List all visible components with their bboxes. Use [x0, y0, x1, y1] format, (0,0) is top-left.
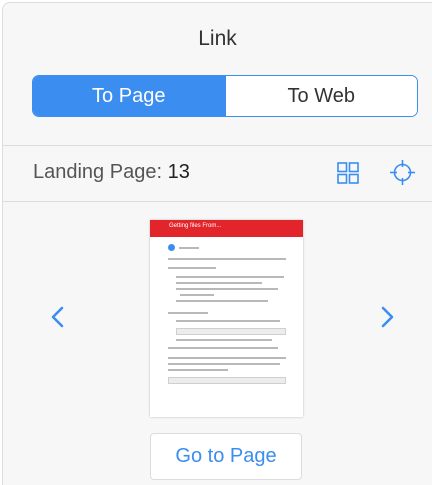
thumbnail-text-line [168, 267, 216, 269]
thumbnail-text-line [168, 357, 286, 359]
chevron-right-icon[interactable] [377, 304, 397, 330]
thumbnail-text-line [180, 294, 214, 296]
thumbnail-code-box [176, 328, 286, 335]
landing-page-label-text: Landing Page: [33, 161, 163, 183]
landing-page-row: Landing Page: 13 [3, 146, 432, 201]
tab-to-web[interactable]: To Web [224, 76, 417, 116]
thumbnail-text-line [176, 320, 280, 322]
panel-title: Link [198, 27, 237, 50]
page-thumbnail[interactable]: Getting files From... [150, 220, 303, 417]
thumbnail-header: Getting files From... [150, 220, 303, 237]
thumbnail-text-line [168, 369, 228, 371]
link-panel: Link To Page To Web Landing Page: 13 Get… [2, 2, 432, 485]
thumbnail-title: Getting files From... [169, 223, 222, 229]
thumbnail-text-line [168, 363, 280, 365]
thumbnail-bullet-icon [168, 244, 175, 251]
thumbnail-text-line [176, 339, 272, 341]
landing-page-number: 13 [167, 161, 190, 183]
go-to-page-button[interactable]: Go to Page [150, 433, 302, 480]
thumbnail-text-line [168, 347, 278, 349]
thumbnail-text-line [176, 288, 278, 290]
thumbnail-text-line [176, 276, 284, 278]
target-icon[interactable] [389, 159, 416, 186]
landing-page-label: Landing Page: 13 [33, 161, 190, 184]
thumbnail-code-box [168, 377, 286, 384]
thumbnail-text-line [168, 258, 286, 260]
chevron-left-icon[interactable] [48, 304, 68, 330]
thumbnail-text-line [176, 282, 262, 284]
grid-icon[interactable] [337, 162, 359, 184]
thumbnail-text-line [179, 247, 199, 249]
thumbnail-text-line [176, 300, 268, 302]
link-type-segmented-control: To Page To Web [32, 75, 418, 117]
page-preview-area: Getting files From... Go to Page [3, 202, 432, 485]
thumbnail-text-line [168, 312, 208, 314]
tab-to-page[interactable]: To Page [33, 76, 225, 116]
